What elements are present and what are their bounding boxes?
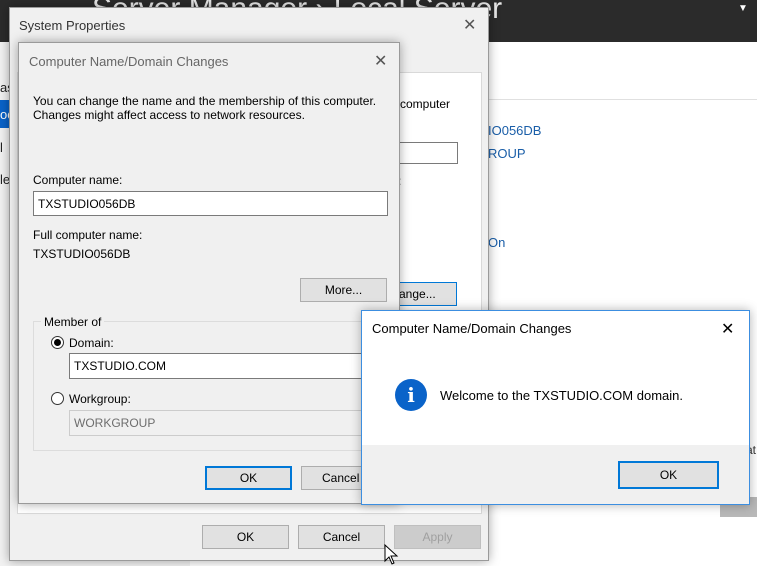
full-computer-name-label: Full computer name:: [33, 228, 143, 242]
domain-input[interactable]: TXSTUDIO.COM: [69, 353, 379, 379]
more-button[interactable]: More...: [300, 278, 387, 302]
computer-name-label: Computer name:: [33, 173, 123, 187]
close-icon[interactable]: ✕: [374, 51, 387, 71]
domain-changes-dialog: Computer Name/Domain Changes ✕ You can c…: [18, 42, 400, 504]
description-input[interactable]: [398, 142, 458, 164]
partial-description: computer: [400, 97, 451, 111]
welcome-dialog: Computer Name/Domain Changes ✕ i Welcome…: [361, 310, 750, 505]
computer-name-input[interactable]: TXSTUDIO056DB: [33, 191, 388, 216]
workgroup-label: Workgroup:: [69, 392, 131, 406]
full-computer-name-value: TXSTUDIO056DB: [33, 247, 131, 261]
member-of-label: Member of: [41, 315, 105, 329]
computer-name-link[interactable]: IO056DB: [488, 123, 541, 138]
mouse-cursor-icon: [384, 544, 399, 565]
workgroup-radio[interactable]: [51, 392, 64, 405]
cancel-button[interactable]: Cancel: [298, 525, 385, 549]
setting-link[interactable]: On: [488, 235, 505, 250]
close-icon[interactable]: ✕: [463, 15, 476, 35]
workgroup-input[interactable]: WORKGROUP: [69, 410, 379, 436]
change-button[interactable]: ange...: [395, 282, 457, 306]
dropdown-arrow-icon[interactable]: ▼: [738, 3, 748, 14]
apply-button[interactable]: Apply: [394, 525, 481, 549]
domain-radio[interactable]: [51, 336, 64, 349]
welcome-message: Welcome to the TXSTUDIO.COM domain.: [440, 388, 683, 403]
divider: [487, 99, 757, 100]
info-icon: i: [395, 379, 427, 411]
description-text: You can change the name and the membersh…: [33, 94, 377, 122]
close-icon[interactable]: ✕: [721, 319, 734, 339]
sidebar-item-fragment[interactable]: l: [0, 140, 3, 155]
dialog-title: System Properties: [19, 18, 126, 33]
workgroup-link[interactable]: ROUP: [488, 146, 526, 161]
dialog-title: Computer Name/Domain Changes: [29, 54, 229, 69]
ok-button[interactable]: OK: [205, 466, 292, 490]
domain-label: Domain:: [69, 336, 114, 350]
ok-button[interactable]: OK: [202, 525, 289, 549]
dialog-title: Computer Name/Domain Changes: [372, 321, 572, 336]
ok-button[interactable]: OK: [618, 461, 719, 489]
